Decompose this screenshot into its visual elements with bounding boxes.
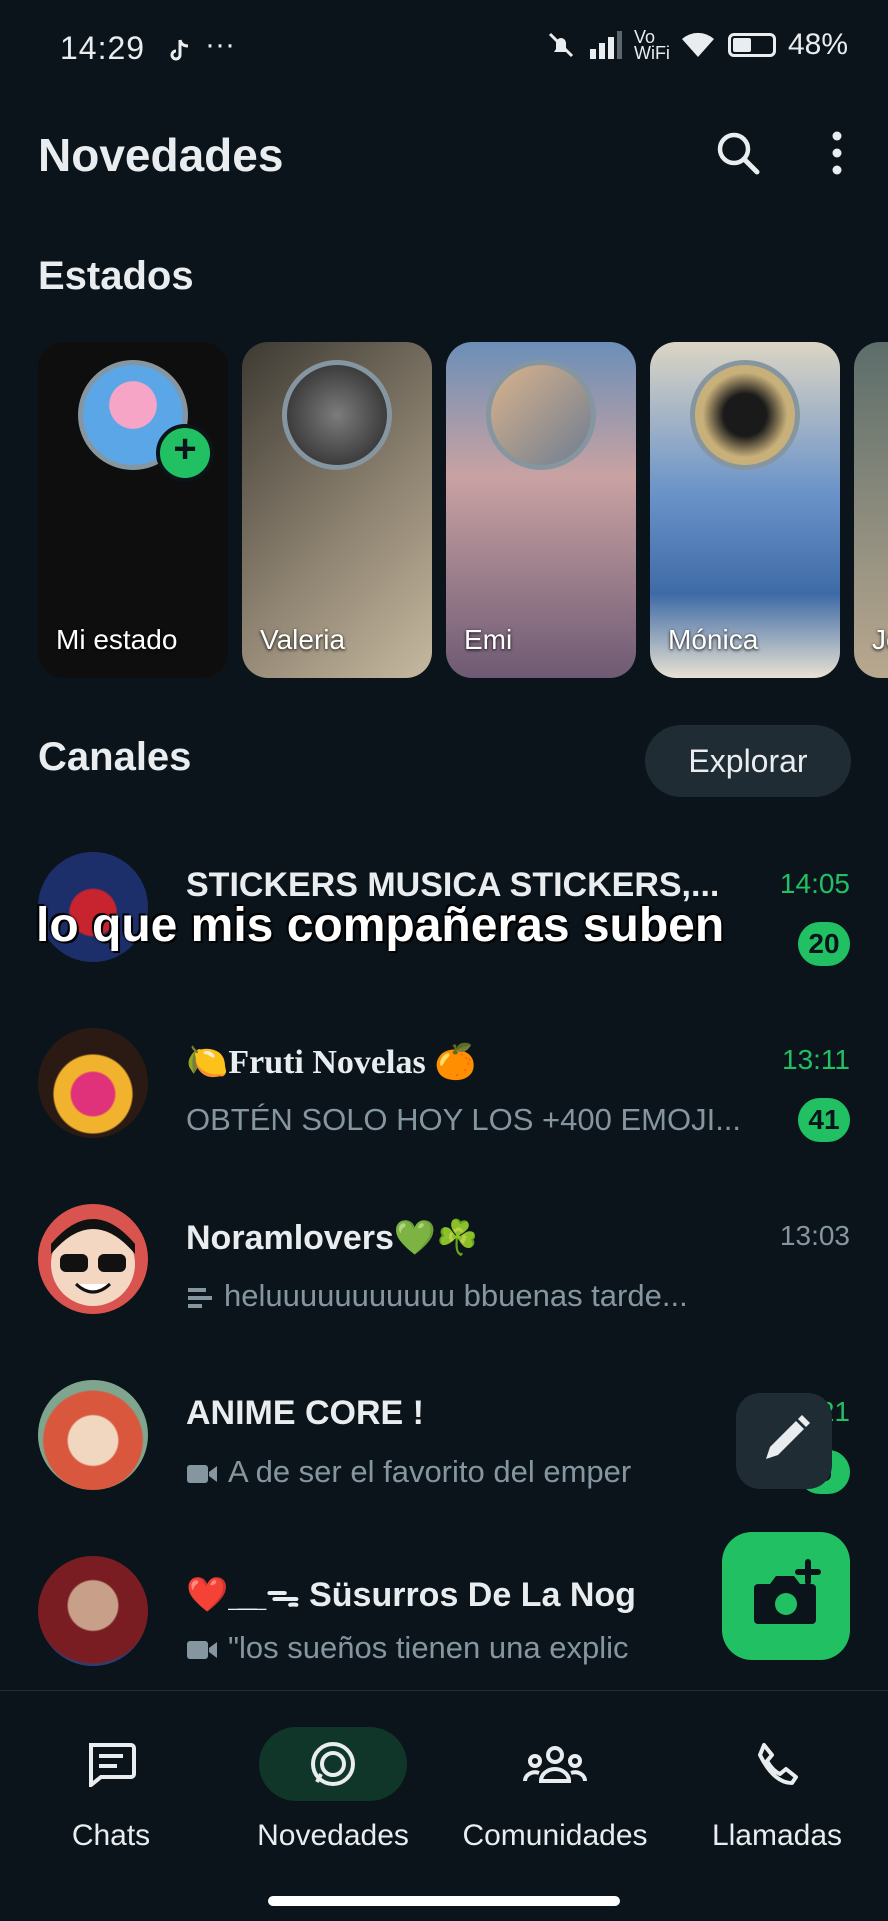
channel-row[interactable]: Noramlovers💚☘️ 13:03 heluuuuuuuuuuu bbue… xyxy=(0,1188,888,1364)
battery-icon xyxy=(727,33,776,57)
status-card-valeria[interactable]: Valeria xyxy=(242,342,432,678)
new-text-status-button[interactable] xyxy=(736,1393,832,1489)
channel-avatar xyxy=(38,1556,148,1666)
vowifi-label: Vo WiFi xyxy=(633,27,670,63)
status-time: 14:29 xyxy=(60,30,146,66)
mute-icon xyxy=(548,32,574,58)
phone-icon xyxy=(758,1743,798,1785)
channel-avatar xyxy=(38,1028,148,1138)
nav-updates[interactable]: Novedades xyxy=(222,1727,444,1853)
nav-calls[interactable]: Llamadas xyxy=(666,1727,888,1853)
channel-preview: "los sueños tienen una explic xyxy=(186,1630,629,1666)
statuses-title: Estados xyxy=(38,254,194,298)
pencil-icon xyxy=(766,1415,810,1459)
channel-preview-text: A de ser el favorito del emper xyxy=(228,1454,632,1489)
channel-row[interactable]: 🍋Fruti Novelas 🍊 13:11 OBTÉN SOLO HOY LO… xyxy=(0,1012,888,1188)
channel-name: Noramlovers💚☘️ xyxy=(186,1219,479,1257)
video-icon xyxy=(187,1464,217,1483)
communities-icon xyxy=(523,1746,587,1783)
avatar xyxy=(486,360,596,470)
camera-add-icon xyxy=(754,1559,821,1624)
channel-time: 13:03 xyxy=(779,1220,850,1251)
channel-avatar xyxy=(38,1380,148,1490)
channel-preview-text: heluuuuuuuuuuu bbuenas tarde... xyxy=(224,1278,688,1313)
channel-name: 🍋Fruti Novelas 🍊 xyxy=(186,1044,477,1081)
avatar xyxy=(690,360,800,470)
sunglasses-face-icon xyxy=(51,1219,135,1306)
nav-label: Chats xyxy=(71,1819,151,1852)
explore-button[interactable]: Explorar xyxy=(645,725,851,797)
channel-time: 14:05 xyxy=(779,868,850,899)
nav-label: Llamadas xyxy=(711,1819,843,1852)
status-card-jo[interactable]: Jo xyxy=(854,342,888,678)
status-card-label: Mónica xyxy=(668,624,759,655)
nav-communities[interactable]: Comunidades xyxy=(444,1727,666,1853)
channels-title: Canales xyxy=(38,735,192,779)
status-card-label: Jo xyxy=(872,624,888,655)
channel-name: ❤️ ̲ ̲̲ ̲ ᯓ Süsurros De La Nog xyxy=(186,1576,636,1614)
status-card-label: Valeria xyxy=(260,624,346,655)
status-carousel[interactable]: + Mi estado Valeria Emi Mónica Jo xyxy=(38,342,888,678)
channel-preview: heluuuuuuuuuuu bbuenas tarde... xyxy=(186,1278,688,1314)
nav-icon-wrap xyxy=(703,1727,851,1801)
channel-name: ANIME CORE ! xyxy=(186,1394,424,1432)
signal-icon xyxy=(589,31,622,59)
unread-badge: 20 xyxy=(798,922,850,966)
chats-icon xyxy=(89,1743,136,1787)
status-card-emi[interactable]: Emi xyxy=(446,342,636,678)
avatar xyxy=(282,360,392,470)
battery-percent: 48% xyxy=(787,28,848,61)
add-status-icon[interactable]: + xyxy=(156,424,214,482)
home-indicator[interactable] xyxy=(268,1896,620,1906)
more-options-icon[interactable] xyxy=(825,130,849,176)
bottom-navigation: Chats Novedades Comunidades Llamadas xyxy=(0,1690,888,1921)
nav-icon-wrap xyxy=(259,1727,407,1801)
channel-avatar xyxy=(38,1204,148,1314)
status-card-label: Emi xyxy=(464,624,513,655)
camera-status-button[interactable] xyxy=(722,1532,850,1660)
updates-icon xyxy=(311,1742,355,1786)
status-card-monica[interactable]: Mónica xyxy=(650,342,840,678)
channel-preview: A de ser el favorito del emper xyxy=(186,1454,631,1490)
tiktok-icon xyxy=(170,39,189,61)
nav-label: Novedades xyxy=(257,1819,409,1852)
video-icon xyxy=(187,1640,217,1659)
nav-label: Comunidades xyxy=(462,1819,648,1852)
status-indicators: Vo WiFi 48% xyxy=(546,28,848,62)
nav-icon-wrap xyxy=(481,1727,629,1801)
nav-icon-wrap xyxy=(37,1727,185,1801)
text-post-icon xyxy=(188,1287,212,1308)
unread-badge: 41 xyxy=(798,1098,850,1142)
channel-preview: OBTÉN SOLO HOY LOS +400 EMOJI... xyxy=(186,1102,742,1137)
status-card-mine[interactable]: + Mi estado xyxy=(38,342,228,678)
nav-chats[interactable]: Chats xyxy=(0,1727,222,1853)
notification-dots: ··· xyxy=(205,28,235,61)
page-title: Novedades xyxy=(38,129,284,181)
wifi-icon xyxy=(681,32,714,57)
channel-preview-text: "los sueños tienen una explic xyxy=(228,1630,629,1665)
channel-time: 13:11 xyxy=(782,1044,850,1075)
status-card-label: Mi estado xyxy=(56,624,178,655)
search-icon[interactable] xyxy=(715,130,761,176)
overlay-caption: lo que mis compañeras suben xyxy=(36,899,725,952)
